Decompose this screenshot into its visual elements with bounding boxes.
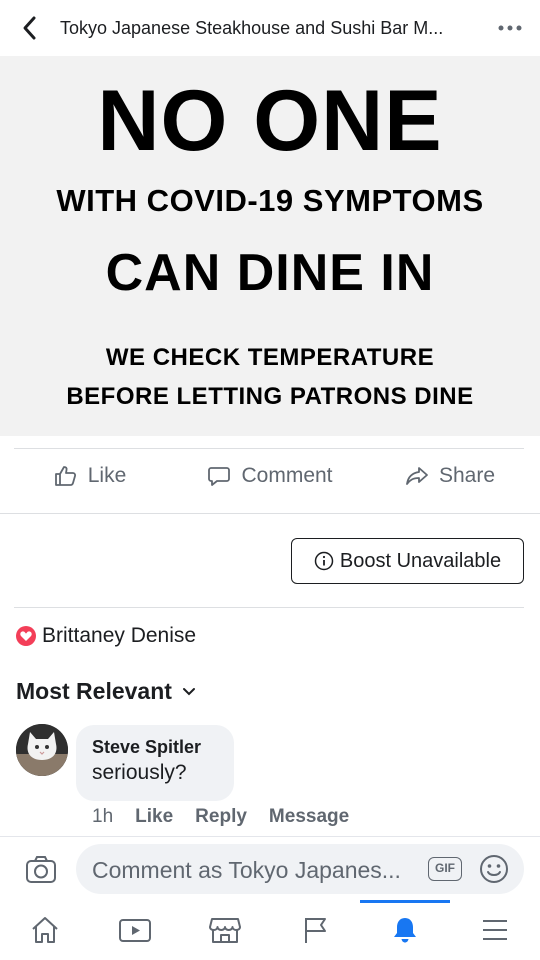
tab-menu[interactable] xyxy=(450,900,540,960)
flag-icon xyxy=(305,918,326,943)
comment-label: Comment xyxy=(241,464,333,487)
poster-line-2: WITH COVID-19 SYMPTOMS xyxy=(56,183,484,218)
info-icon xyxy=(314,551,334,571)
tab-home[interactable] xyxy=(0,900,90,960)
video-icon xyxy=(119,919,151,942)
comment-bubble-icon xyxy=(208,467,231,486)
comment-meta: 1h Like Reply Message xyxy=(92,806,349,828)
comment-input[interactable]: Comment as Tokyo Japanes... GIF xyxy=(76,844,524,894)
poster-line-1: NO ONE xyxy=(97,73,443,169)
comment-like-link[interactable]: Like xyxy=(135,806,173,828)
more-options-button[interactable] xyxy=(480,0,540,56)
love-reaction-icon xyxy=(16,626,36,646)
comment-text: seriously? xyxy=(92,761,187,784)
emoji-icon[interactable] xyxy=(478,853,510,885)
poster-line-5: BEFORE LETTING PATRONS DINE xyxy=(66,383,474,410)
reactor-name: Brittaney Denise xyxy=(42,624,197,647)
boost-unavailable-button[interactable]: Boost Unavailable xyxy=(291,538,524,584)
menu-icon xyxy=(483,920,507,940)
post-actions: Like Comment Share xyxy=(0,448,540,504)
share-button[interactable]: Share xyxy=(360,448,540,504)
comment-time: 1h xyxy=(92,806,114,827)
shop-icon xyxy=(209,918,241,943)
tab-watch[interactable] xyxy=(90,900,180,960)
chevron-left-icon xyxy=(23,16,36,40)
comment-button[interactable]: Comment xyxy=(180,448,360,504)
section-divider xyxy=(0,513,540,514)
back-button[interactable] xyxy=(0,0,60,56)
poster-line-4: WE CHECK TEMPERATURE xyxy=(105,344,435,371)
tab-marketplace[interactable] xyxy=(180,900,270,960)
comment-bubble[interactable]: Steve Spitler seriously? xyxy=(76,725,234,801)
comment-message-link[interactable]: Message xyxy=(269,806,349,828)
post-image[interactable]: NO ONE WITH COVID-19 SYMPTOMS CAN DINE I… xyxy=(0,56,540,436)
comment-reply-link[interactable]: Reply xyxy=(195,806,247,828)
home-icon xyxy=(32,917,58,943)
comment-filter-dropdown[interactable]: Most Relevant xyxy=(16,678,196,705)
reactions-summary[interactable]: Brittaney Denise xyxy=(16,624,196,648)
active-tab-indicator xyxy=(360,900,450,903)
thumbs-up-icon xyxy=(54,466,76,486)
more-dots-icon xyxy=(498,25,522,31)
tab-pages[interactable] xyxy=(270,900,360,960)
share-label: Share xyxy=(438,464,496,487)
like-label: Like xyxy=(87,464,127,487)
avatar[interactable] xyxy=(16,724,68,776)
top-bar: Tokyo Japanese Steakhouse and Sushi Bar … xyxy=(0,0,540,56)
reactions-divider xyxy=(14,607,524,608)
share-arrow-icon xyxy=(406,467,428,485)
tab-notifications[interactable] xyxy=(360,900,450,960)
camera-icon[interactable] xyxy=(24,853,58,887)
like-button[interactable]: Like xyxy=(0,448,180,504)
bottom-tab-bar xyxy=(0,900,540,960)
boost-label: Boost Unavailable xyxy=(339,549,502,572)
comment-composer: Comment as Tokyo Japanes... GIF xyxy=(0,836,540,900)
page-title: Tokyo Japanese Steakhouse and Sushi Bar … xyxy=(60,17,444,38)
comment-author[interactable]: Steve Spitler xyxy=(92,735,234,759)
poster-line-3: CAN DINE IN xyxy=(105,244,435,302)
gif-button[interactable]: GIF xyxy=(428,857,462,881)
bell-icon xyxy=(394,918,416,943)
chevron-down-icon xyxy=(182,687,195,695)
comment-placeholder: Comment as Tokyo Japanes... xyxy=(92,857,401,883)
filter-label: Most Relevant xyxy=(16,678,172,704)
